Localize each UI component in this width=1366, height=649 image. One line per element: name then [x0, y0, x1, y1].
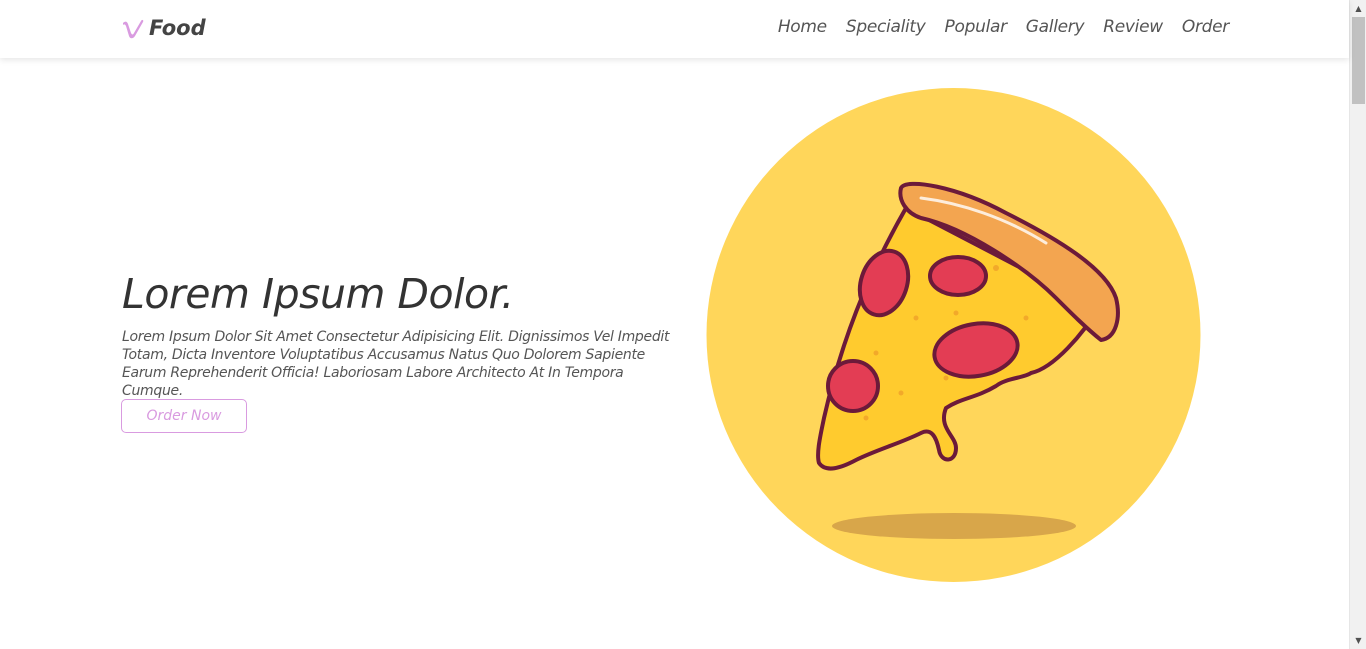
hero-title: Lorem Ipsum Dolor. — [122, 270, 514, 318]
vertical-scrollbar[interactable]: ▲ ▼ — [1349, 0, 1366, 649]
nav-gallery[interactable]: Gallery — [1026, 17, 1085, 37]
main-nav: Home Speciality Popular Gallery Review O… — [778, 17, 1229, 37]
nav-home[interactable]: Home — [778, 17, 827, 37]
site-header: Food Home Speciality Popular Gallery Rev… — [0, 0, 1349, 58]
nav-review[interactable]: Review — [1103, 17, 1163, 37]
hero-description: Lorem Ipsum Dolor Sit Amet Consectetur A… — [122, 329, 670, 399]
nav-order[interactable]: Order — [1182, 17, 1229, 37]
order-now-button[interactable]: Order Now — [121, 399, 247, 433]
shadow-ellipse — [832, 513, 1076, 539]
scroll-up-arrow-icon[interactable]: ▲ — [1350, 0, 1366, 17]
nav-popular[interactable]: Popular — [945, 17, 1008, 37]
nav-speciality[interactable]: Speciality — [846, 17, 926, 37]
logo-text: Food — [149, 16, 206, 40]
scroll-thumb[interactable] — [1352, 17, 1365, 104]
scroll-down-arrow-icon[interactable]: ▼ — [1350, 632, 1366, 649]
vimeo-v-icon — [123, 19, 144, 39]
pizza-slice-icon — [706, 88, 1201, 582]
logo-link[interactable]: Food — [121, 14, 206, 42]
